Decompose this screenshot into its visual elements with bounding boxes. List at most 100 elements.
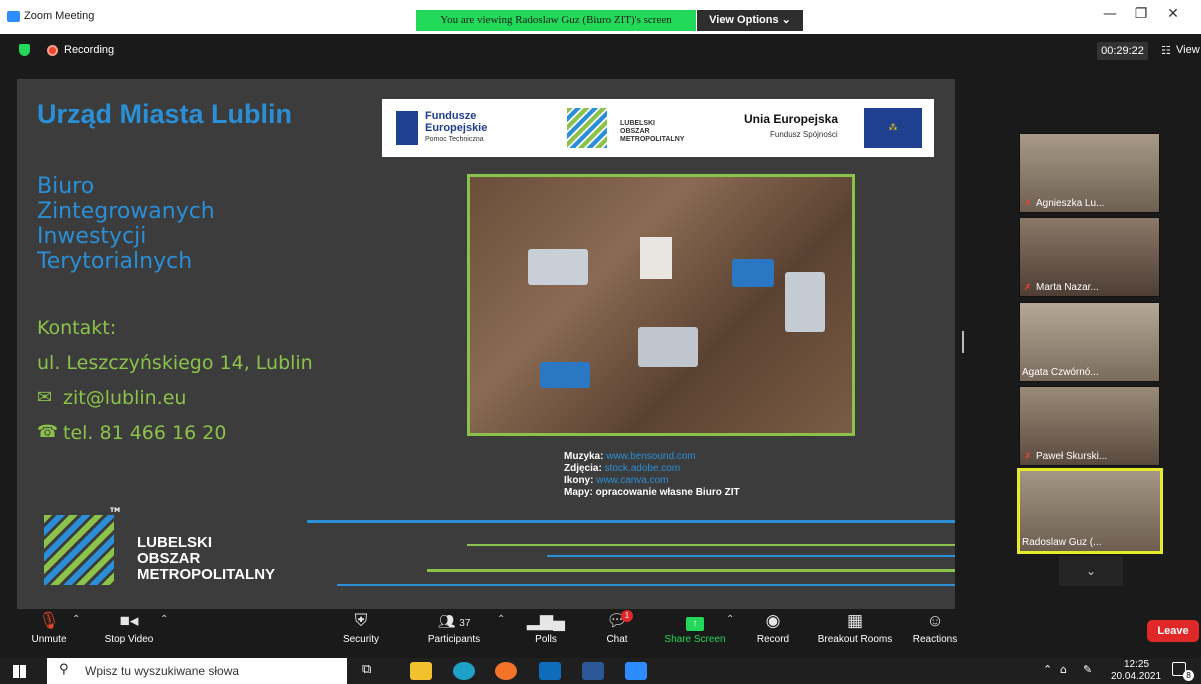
polls-label: Polls — [535, 634, 557, 645]
scroll-down-icon[interactable]: ⌄ — [1059, 556, 1123, 586]
icons-link[interactable]: www.canva.com — [596, 475, 668, 486]
subtitle-line: Inwestycji — [37, 224, 147, 249]
video-options-caret-icon[interactable]: ⌃ — [160, 614, 168, 625]
video-camera-icon: ■◂ — [119, 611, 139, 630]
credits: Muzyka: www.bensound.com Zdjęcia: stock.… — [564, 451, 740, 499]
view-options-button[interactable]: View Options ⌄ — [697, 10, 803, 31]
participant-tile[interactable]: ✗ Agnieszka Lu... — [1019, 133, 1160, 213]
splitter-handle[interactable] — [962, 331, 964, 353]
participant-name: Agata Czwórnó... — [1022, 367, 1099, 378]
mic-muted-icon: ✗ — [1024, 283, 1032, 293]
security-label: Security — [342, 634, 380, 645]
chat-label: Chat — [606, 634, 628, 645]
recording-dot-icon — [47, 45, 58, 56]
music-link[interactable]: www.bensound.com — [606, 451, 696, 462]
bar-chart-icon: ▂▆▄ — [526, 611, 566, 630]
contact-phone: tel. 81 466 16 20 — [63, 422, 227, 444]
stop-video-button[interactable]: ■◂ Stop Video — [94, 608, 164, 645]
shield-icon: ⛨ — [354, 611, 368, 630]
emoji-plus-icon: ☺︎ — [926, 611, 944, 630]
participants-label: Participants — [427, 634, 481, 645]
mail-icon[interactable] — [539, 662, 561, 680]
minimize-icon[interactable]: — — [1095, 6, 1125, 22]
participant-tile[interactable]: ✗ Marta Nazar... — [1019, 217, 1160, 297]
participant-name: Radoslaw Guz (... — [1022, 537, 1102, 548]
slide-subtitle: Biuro Zintegrowanych Inwestycji Terytori… — [37, 174, 215, 274]
zoom-taskbar-icon[interactable] — [625, 662, 647, 680]
view-button[interactable]: View — [1176, 44, 1200, 56]
ue-line2: Fundusz Spójności — [770, 130, 838, 139]
participant-tile-active[interactable]: Radoslaw Guz (... — [1017, 468, 1163, 554]
polls-button[interactable]: ▂▆▄ Polls — [511, 608, 581, 645]
lom-line3: METROPOLITALNY — [620, 136, 685, 143]
eu-funds-logo — [396, 111, 418, 145]
breakout-rooms-button[interactable]: ▦ Breakout Rooms — [810, 608, 900, 645]
lom-bottom-logo-mark — [44, 515, 114, 585]
participant-tile[interactable]: Agata Czwórnó... — [1019, 302, 1160, 382]
share-screen-label: Share Screen — [664, 634, 726, 645]
record-label: Record — [756, 634, 790, 645]
leave-button[interactable]: Leave — [1147, 620, 1199, 642]
icons-label: Ikony: — [564, 475, 594, 486]
record-button[interactable]: ◉ Record — [738, 608, 808, 645]
lom-bottom-line3: METROPOLITALNY — [137, 566, 276, 583]
window-title: Zoom Meeting — [24, 10, 95, 22]
task-view-icon[interactable]: ⧉ — [362, 662, 371, 677]
decor-line — [547, 555, 955, 557]
share-options-caret-icon[interactable]: ⌃ — [726, 614, 734, 625]
search-placeholder: Wpisz tu wyszukiwane słowa — [85, 664, 240, 678]
recording-label: Recording — [64, 44, 115, 56]
network-icon[interactable]: ⌂ — [1060, 663, 1067, 676]
reactions-button[interactable]: ☺︎ Reactions — [900, 608, 970, 645]
photos-label: Zdjęcia: — [564, 463, 602, 474]
fe-line3: Pomoc Techniczna — [425, 136, 484, 143]
phone-icon: ☎ — [37, 422, 59, 442]
subtitle-line: Biuro — [37, 174, 95, 199]
notebook-shape — [640, 237, 672, 279]
word-icon[interactable] — [582, 662, 604, 680]
breakout-rooms-label: Breakout Rooms — [817, 634, 893, 645]
windows-start-icon[interactable] — [13, 665, 26, 678]
taskbar-search-box[interactable]: ⚲ Wpisz tu wyszukiwane słowa — [47, 658, 347, 684]
subtitle-line: Terytorialnych — [37, 249, 193, 274]
encryption-shield-icon[interactable] — [19, 44, 30, 56]
clock-date[interactable]: 20.04.2021 — [1111, 671, 1161, 682]
edge-browser-icon[interactable] — [453, 662, 475, 680]
photos-link[interactable]: stock.adobe.com — [605, 463, 681, 474]
audio-options-caret-icon[interactable]: ⌃ — [72, 614, 80, 625]
notification-count: 8 — [1183, 670, 1194, 681]
fe-line2: Europejskie — [425, 122, 488, 134]
subtitle-line: Zintegrowanych — [37, 199, 215, 224]
zoom-app-icon — [7, 11, 20, 22]
slide-title: Urząd Miasta Lublin — [37, 99, 293, 129]
clock-time[interactable]: 12:25 — [1124, 659, 1149, 670]
participant-tile[interactable]: ✗ Paweł Skurski... — [1019, 386, 1160, 466]
breakout-grid-icon: ▦ — [846, 611, 864, 630]
eu-flag: ⁂ — [864, 108, 922, 148]
system-tray-chevron-icon[interactable]: ⌃ — [1043, 663, 1052, 676]
laptop-shape — [785, 272, 825, 332]
tablet-shape — [732, 259, 774, 287]
decor-line — [427, 569, 955, 572]
participants-count: 37 — [459, 618, 471, 629]
title-bar: Zoom Meeting You are viewing Radoslaw Gu… — [0, 0, 1201, 34]
share-screen-button[interactable]: ↑ Share Screen — [660, 608, 730, 645]
grid-view-icon[interactable]: ☷ — [1161, 44, 1171, 57]
search-icon: ⚲ — [59, 662, 69, 677]
participant-name: Agnieszka Lu... — [1036, 198, 1105, 209]
decor-line — [307, 520, 955, 523]
file-explorer-icon[interactable] — [410, 662, 432, 680]
participants-button[interactable]: 👥︎ 37 Participants — [419, 608, 489, 645]
restore-icon[interactable]: ❐ — [1126, 6, 1156, 22]
firefox-icon[interactable] — [495, 662, 517, 680]
chat-button[interactable]: 💬︎ Chat — [582, 608, 652, 645]
lom-bottom-line1: LUBELSKI — [137, 534, 212, 551]
security-button[interactable]: ⛨ Security — [326, 608, 396, 645]
participants-options-caret-icon[interactable]: ⌃ — [497, 614, 505, 625]
stop-video-label: Stop Video — [104, 634, 154, 645]
meeting-timer: 00:29:22 — [1097, 42, 1148, 60]
laptop-shape — [528, 249, 588, 285]
contact-email: zit@lublin.eu — [63, 387, 187, 409]
pen-icon[interactable]: ✎ — [1083, 663, 1092, 676]
close-icon[interactable]: ✕ — [1158, 6, 1188, 22]
